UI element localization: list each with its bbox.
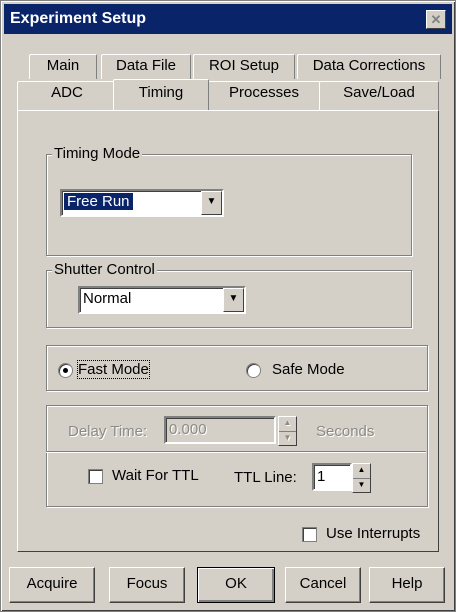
title-bar: Experiment Setup ✕ <box>4 4 452 34</box>
delay-time-value: 0.000 <box>169 421 207 438</box>
wait-for-ttl-label[interactable]: Wait For TTL <box>112 467 199 484</box>
wait-for-ttl-checkbox[interactable] <box>88 469 103 484</box>
separator <box>46 451 426 453</box>
tab-save-load[interactable]: Save/Load <box>319 81 439 111</box>
timing-mode-legend: Timing Mode <box>52 145 143 162</box>
spin-up-icon[interactable]: ▲ <box>279 417 296 432</box>
close-icon[interactable]: ✕ <box>426 10 446 29</box>
window-title: Experiment Setup <box>10 10 147 27</box>
tab-adc[interactable]: ADC <box>17 81 117 111</box>
acquire-button[interactable]: Acquire <box>9 567 95 603</box>
tab-main[interactable]: Main <box>29 54 97 79</box>
timing-panel: Timing Mode Free Run ▼ Shutter Control N… <box>17 110 439 552</box>
ttl-line-spinner[interactable]: ▲ ▼ <box>352 463 371 493</box>
spin-down-icon[interactable]: ▼ <box>353 479 370 493</box>
use-interrupts-checkbox[interactable] <box>302 527 317 542</box>
delay-time-spinner[interactable]: ▲ ▼ <box>278 416 297 446</box>
radio-selected-dot <box>63 368 68 373</box>
use-interrupts-label[interactable]: Use Interrupts <box>326 525 420 542</box>
ttl-line-value: 1 <box>317 468 326 485</box>
chevron-down-icon[interactable]: ▼ <box>201 191 222 215</box>
tab-data-corrections[interactable]: Data Corrections <box>297 54 441 79</box>
tab-timing[interactable]: Timing <box>113 79 209 110</box>
help-button[interactable]: Help <box>369 567 445 603</box>
experiment-setup-dialog: Experiment Setup ✕ Main Data File ROI Se… <box>0 0 456 612</box>
spin-down-icon[interactable]: ▼ <box>279 432 296 446</box>
shutter-control-select[interactable]: Normal ▼ <box>78 286 246 314</box>
focus-button[interactable]: Focus <box>109 567 185 603</box>
seconds-label: Seconds <box>316 423 375 440</box>
fast-mode-label[interactable]: Fast Mode <box>77 360 150 379</box>
ok-button[interactable]: OK <box>197 567 275 603</box>
safe-mode-label[interactable]: Safe Mode <box>272 361 345 378</box>
shutter-control-legend: Shutter Control <box>52 261 157 278</box>
delay-time-label: Delay Time: <box>68 423 148 440</box>
shutter-control-value: Normal <box>83 290 132 307</box>
tab-processes[interactable]: Processes <box>207 81 321 111</box>
chevron-down-icon[interactable]: ▼ <box>223 288 244 312</box>
timing-mode-select[interactable]: Free Run ▼ <box>60 189 224 217</box>
timing-mode-value: Free Run <box>64 193 133 210</box>
delay-time-input[interactable]: 0.000 <box>164 416 276 444</box>
ttl-line-input[interactable]: 1 <box>312 463 352 491</box>
tab-data-file[interactable]: Data File <box>101 54 191 79</box>
fast-mode-radio[interactable] <box>58 363 73 378</box>
cancel-button[interactable]: Cancel <box>285 567 361 603</box>
spin-up-icon[interactable]: ▲ <box>353 464 370 479</box>
ttl-line-label: TTL Line: <box>234 469 297 486</box>
tab-roi-setup[interactable]: ROI Setup <box>193 54 295 79</box>
safe-mode-radio[interactable] <box>246 363 261 378</box>
